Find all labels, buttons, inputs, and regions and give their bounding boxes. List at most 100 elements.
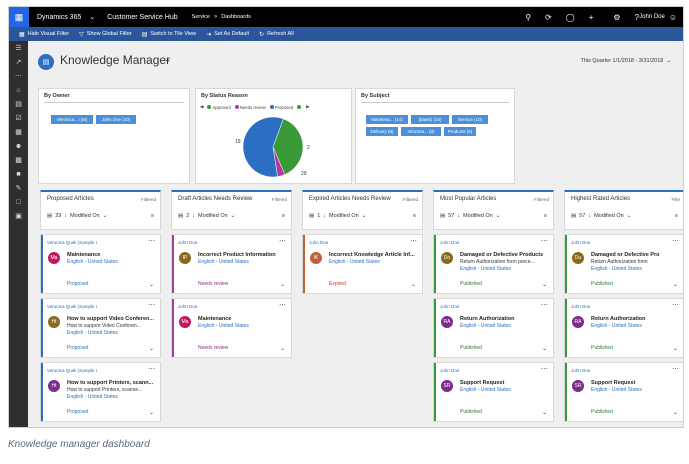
expand-chevron-icon[interactable]: ⌄	[280, 281, 285, 288]
bulk-select-icon[interactable]: ≡	[282, 213, 285, 219]
legend-item-approved[interactable]: Approved	[207, 105, 231, 110]
subject-tag-maintenance[interactable]: Maintena... (14)	[366, 115, 408, 124]
subject-tag-service[interactable]: Service (10)	[452, 115, 488, 124]
card-owner[interactable]: John Doe	[178, 304, 197, 309]
settings-gear-icon[interactable]: ⚙	[613, 13, 620, 22]
bulk-select-icon[interactable]: ≡	[413, 213, 416, 219]
command-refresh-all[interactable]: ↻ Refresh All	[259, 31, 294, 38]
owner-tag-john-doe[interactable]: John Doe (10)	[96, 115, 136, 124]
more-options-icon[interactable]: ⋯	[541, 365, 548, 373]
article-card[interactable]: John Doe ⋯ IK Incorrect Knowledge Article I…	[302, 234, 423, 294]
article-card[interactable]: Veronica Quek (Sample I ⋯ Ma Maintenance Eng…	[40, 234, 161, 294]
article-card[interactable]: John Doe ⋯ Do Damaged or Defective Products…	[433, 234, 554, 294]
time-frame-filter[interactable]: This Quarter 1/1/2018 - 3/31/2018 ⌄	[580, 58, 671, 64]
article-card[interactable]: John Doe ⋯ Du Damaged or Defective Pro Retur…	[564, 234, 683, 294]
card-title[interactable]: Support Request	[591, 380, 679, 386]
sort-chevron-icon[interactable]: ⌄	[362, 213, 367, 219]
reports-icon[interactable]: ▣	[9, 209, 28, 223]
hub-name[interactable]: Customer Service Hub	[107, 14, 177, 21]
stream-title[interactable]: Draft Articles Needs Review	[178, 196, 252, 202]
app-switcher-chevron-icon[interactable]: ⌄	[89, 13, 95, 21]
legend-prev-icon[interactable]: ◀	[200, 104, 203, 110]
command-set-as-default[interactable]: ⇥ Set As Default	[206, 31, 249, 38]
knowledge-icon[interactable]: □	[9, 195, 28, 209]
card-title[interactable]: Incorrect Product Information	[198, 252, 286, 258]
stream-title[interactable]: Proposed Articles	[47, 196, 94, 202]
card-title[interactable]: Damaged or Defective Products	[460, 252, 548, 258]
stream-sort[interactable]: ▤ 2 ↓ Modified On ⌄	[178, 213, 235, 219]
card-title[interactable]: Return Authorization	[460, 316, 548, 322]
task-flow-icon[interactable]: ⟳	[545, 13, 552, 22]
more-options-icon[interactable]: ⋯	[148, 237, 155, 245]
dashboard-icon[interactable]: ▤	[9, 97, 28, 111]
legend-item-more[interactable]	[297, 105, 302, 110]
subject-tag-blank[interactable]: (blank) (10)	[411, 115, 449, 124]
card-title[interactable]: Maintenance	[67, 252, 155, 258]
sort-chevron-icon[interactable]: ⌄	[103, 213, 108, 219]
sort-direction-icon[interactable]: ↓	[457, 213, 460, 219]
stream-sort[interactable]: ▤ 1 ↓ Modified On ⌄	[309, 213, 366, 219]
card-title[interactable]: How to support Video Conferen...	[67, 316, 155, 322]
app-name[interactable]: Dynamics 365	[37, 14, 81, 21]
sort-direction-icon[interactable]: ↓	[64, 213, 67, 219]
sort-direction-icon[interactable]: ↓	[323, 213, 326, 219]
search-icon[interactable]: ⚲	[525, 13, 531, 22]
sort-chevron-icon[interactable]: ⌄	[627, 213, 632, 219]
sort-direction-icon[interactable]: ↓	[588, 213, 591, 219]
sort-direction-icon[interactable]: ↓	[192, 213, 195, 219]
sort-field[interactable]: Modified On	[594, 213, 624, 219]
stream-sort[interactable]: ▤ 29 ↓ Modified On ⌄	[47, 213, 107, 219]
article-card[interactable]: John Doe ⋯ RA Return Authorization English -…	[564, 298, 683, 358]
user-icon[interactable]: ☺	[669, 13, 677, 22]
social-profiles-icon[interactable]: ▩	[9, 153, 28, 167]
sort-field[interactable]: Modified On	[198, 213, 228, 219]
hamburger-menu-icon[interactable]: ☰	[9, 41, 28, 55]
expand-chevron-icon[interactable]: ⌄	[280, 345, 285, 352]
breadcrumb-page[interactable]: Dashboards	[221, 14, 251, 20]
sort-field[interactable]: Modified On	[329, 213, 359, 219]
card-owner[interactable]: John Doe	[440, 304, 459, 309]
user-name[interactable]: John Doe	[639, 14, 665, 20]
command-show-global-filter[interactable]: ▽ Show Global Filter	[79, 31, 132, 38]
contacts-icon[interactable]: ☻	[9, 139, 28, 153]
accounts-icon[interactable]: ▦	[9, 125, 28, 139]
card-owner[interactable]: John Doe	[571, 240, 590, 245]
card-title[interactable]: How to support Printers, scann...	[67, 380, 155, 386]
card-owner[interactable]: John Doe	[178, 240, 197, 245]
expand-chevron-icon[interactable]: ⌄	[411, 281, 416, 288]
more-options-icon[interactable]: ⋯	[148, 365, 155, 373]
sort-chevron-icon[interactable]: ⌄	[231, 213, 236, 219]
more-options-icon[interactable]: ⋯	[410, 237, 417, 245]
article-card[interactable]: John Doe ⋯ IP Incorrect Product Information…	[171, 234, 292, 294]
expand-chevron-icon[interactable]: ⌄	[149, 281, 154, 288]
subject-tag-delivery[interactable]: Delivery (9)	[366, 127, 398, 136]
card-title[interactable]: Return Authorization	[591, 316, 679, 322]
legend-next-icon[interactable]: ▶	[306, 104, 309, 110]
article-card[interactable]: John Doe ⋯ SR Support Request English - Unit…	[564, 362, 683, 422]
bulk-select-icon[interactable]: ≡	[151, 213, 154, 219]
more-options-icon[interactable]: ⋯	[672, 365, 679, 373]
card-title[interactable]: Damaged or Defective Pro	[591, 252, 679, 258]
article-card[interactable]: Veronica Quek (Sample I ⋯ Ht How to support…	[40, 298, 161, 358]
app-launcher-icon[interactable]: ▦	[9, 7, 29, 27]
card-owner[interactable]: John Doe	[440, 368, 459, 373]
card-title[interactable]: Maintenance	[198, 316, 286, 322]
more-options-icon[interactable]: ⋯	[672, 301, 679, 309]
card-owner[interactable]: Veronica Quek (Sample I	[47, 368, 97, 373]
card-owner[interactable]: John Doe	[440, 240, 459, 245]
card-owner[interactable]: Veronica Quek (Sample I	[47, 240, 97, 245]
owner-tag-veronica[interactable]: Veronica... (46)	[51, 115, 93, 124]
expand-chevron-icon[interactable]: ⌄	[542, 409, 547, 416]
article-card[interactable]: John Doe ⋯ RA Return Authorization English -…	[433, 298, 554, 358]
article-card[interactable]: John Doe ⋯ Ma Maintenance English - United S…	[171, 298, 292, 358]
sort-chevron-icon[interactable]: ⌄	[496, 213, 501, 219]
expand-chevron-icon[interactable]: ⌄	[149, 409, 154, 416]
home-icon[interactable]: ⌂	[9, 83, 28, 97]
card-owner[interactable]: John Doe	[571, 304, 590, 309]
legend-item-needs-review[interactable]: Needs review	[234, 105, 266, 110]
new-record-icon[interactable]: +	[589, 13, 594, 22]
sort-field[interactable]: Modified On	[463, 213, 493, 219]
stream-title[interactable]: Expired Articles Needs Review	[309, 196, 391, 202]
subject-tag-products[interactable]: Products (5)	[444, 127, 476, 136]
article-card[interactable]: John Doe ⋯ SR Support Request English - Unit…	[433, 362, 554, 422]
